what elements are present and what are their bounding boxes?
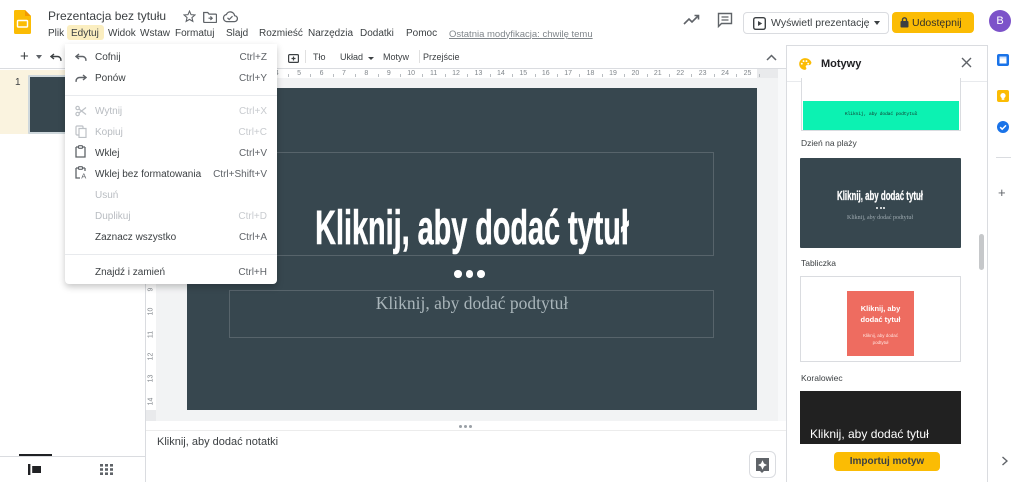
svg-text:A: A — [81, 171, 86, 179]
